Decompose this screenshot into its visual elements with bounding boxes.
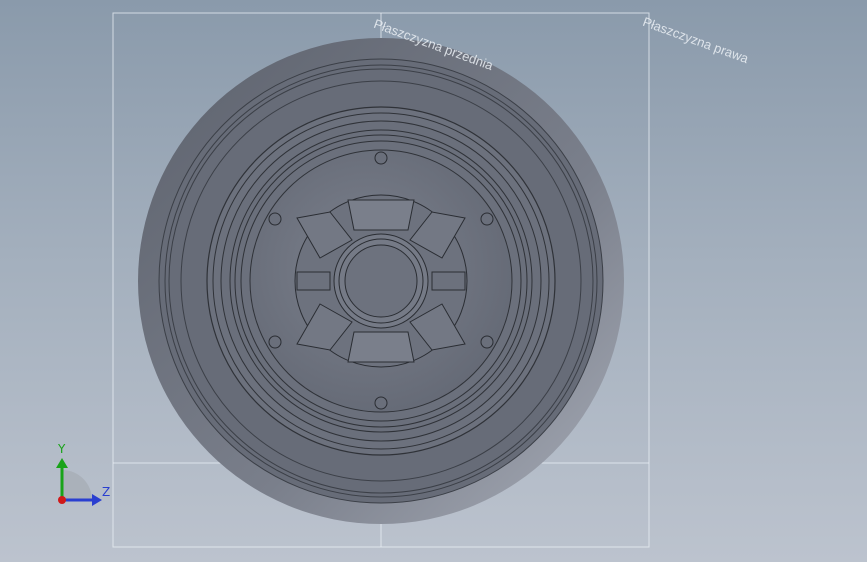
bolt-hole[interactable] — [268, 335, 282, 349]
bolt-hole[interactable] — [268, 212, 282, 226]
hub-segment — [296, 271, 331, 291]
wheel-part[interactable] — [138, 38, 624, 524]
y-axis-label: Y — [58, 442, 66, 456]
center-boss-inner — [344, 244, 418, 318]
hub-cap[interactable] — [294, 194, 468, 368]
bolt-hole[interactable] — [374, 151, 388, 165]
triad-labels: Y Z — [50, 440, 120, 510]
hub-segment — [431, 271, 466, 291]
hub-segment — [347, 199, 415, 231]
model-view[interactable] — [0, 0, 867, 562]
hub-segment — [347, 331, 415, 363]
bolt-hole[interactable] — [480, 335, 494, 349]
bolt-hole[interactable] — [374, 396, 388, 410]
bolt-hole[interactable] — [480, 212, 494, 226]
z-axis-label: Z — [102, 485, 111, 499]
graphics-viewport[interactable]: Płaszczyzna przednia Płaszczyzna prawa Y… — [0, 0, 867, 562]
